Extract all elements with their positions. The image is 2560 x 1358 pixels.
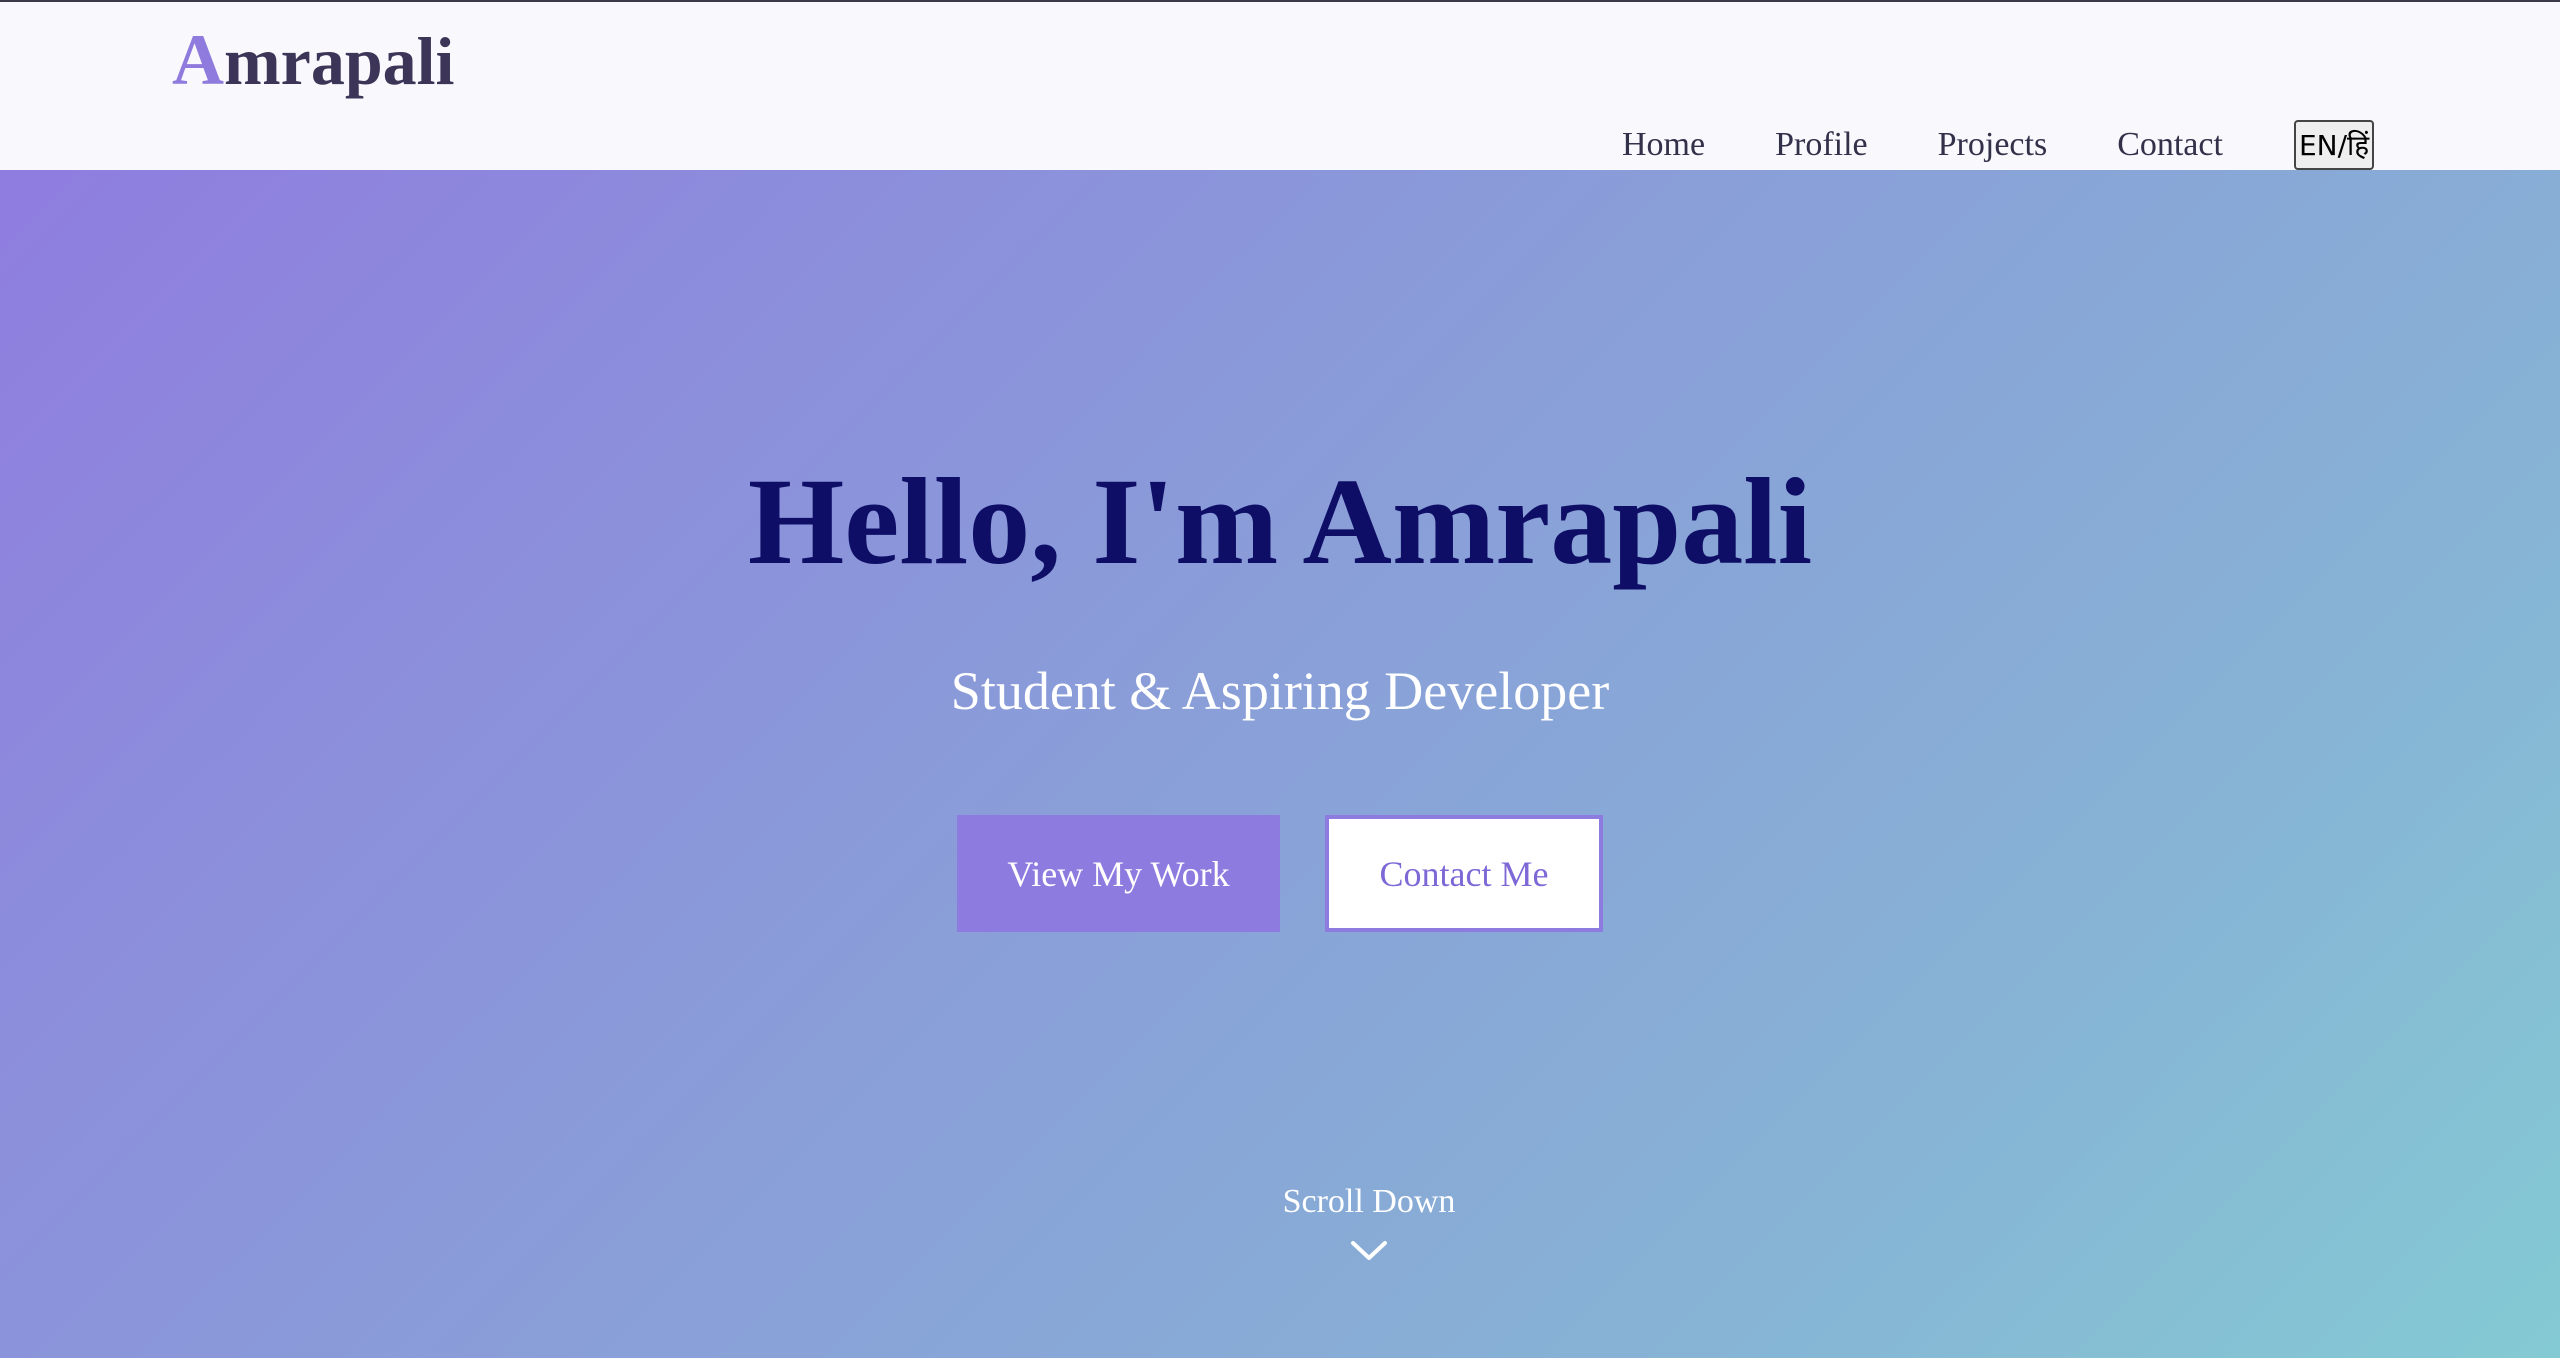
hero-subtitle: Student & Aspiring Developer <box>950 661 1610 721</box>
main-nav: Home Profile Projects Contact EN/हिं <box>1622 120 2375 170</box>
logo-initial: A <box>172 20 224 100</box>
nav-home-link[interactable]: Home <box>1622 120 1705 170</box>
view-my-work-button[interactable]: View My Work <box>957 815 1280 932</box>
language-toggle-button[interactable]: EN/हिं <box>2293 120 2375 170</box>
nav-contact-link[interactable]: Contact <box>2117 120 2223 170</box>
site-logo[interactable]: Amrapali <box>172 20 454 101</box>
site-header: Amrapali Home Profile Projects Contact E… <box>0 2 2560 170</box>
contact-me-button[interactable]: Contact Me <box>1325 815 1603 932</box>
hero-title: Hello, I'm Amrapali <box>747 453 1813 590</box>
hero-section: Hello, I'm Amrapali Student & Aspiring D… <box>0 170 2560 1358</box>
chevron-down-icon <box>1351 1241 1387 1260</box>
logo-text: mrapali <box>224 23 455 99</box>
nav-projects-link[interactable]: Projects <box>1938 120 2048 170</box>
nav-profile-link[interactable]: Profile <box>1775 120 1868 170</box>
scroll-down-link[interactable]: Scroll Down <box>1169 1180 1569 1264</box>
scroll-down-label: Scroll Down <box>1282 1183 1456 1220</box>
